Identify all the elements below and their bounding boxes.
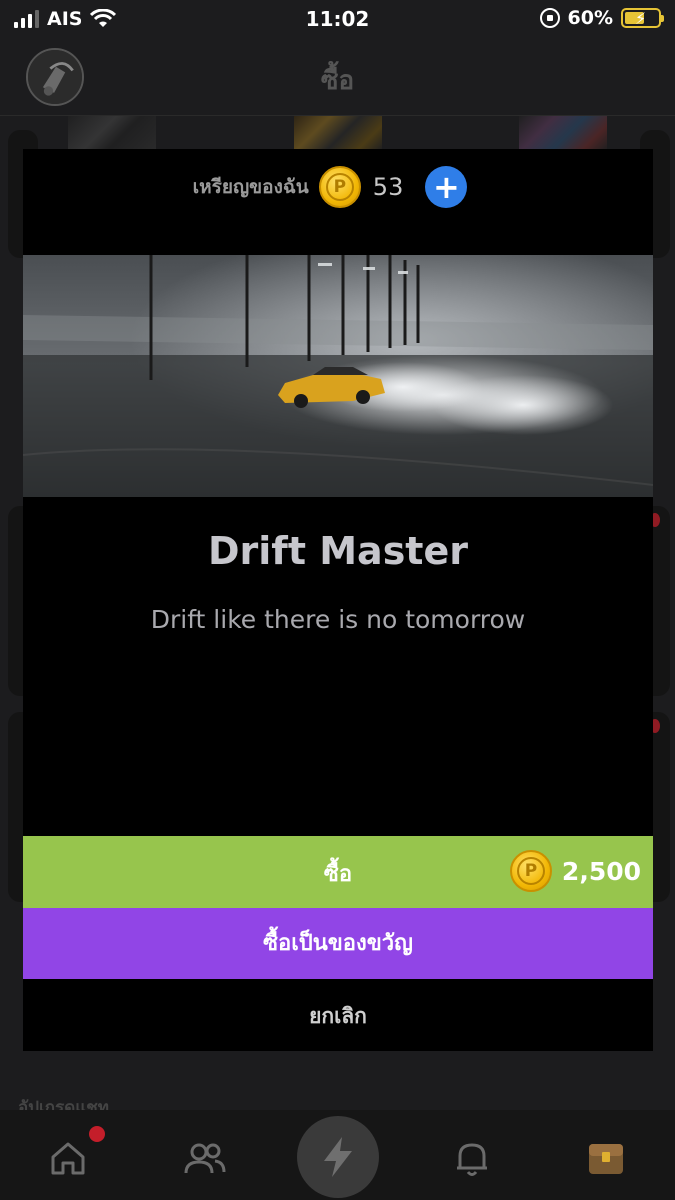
tab-friends[interactable] [183, 1138, 227, 1178]
app-header: ซื้อ [0, 38, 675, 116]
home-icon [51, 1142, 85, 1175]
status-bar: AIS 11:02 60% ⚡ [0, 0, 675, 38]
background-thumbnail [294, 116, 382, 150]
background-thumbnail [519, 116, 607, 150]
tab-notifications[interactable] [452, 1138, 492, 1178]
treasure-chest-icon [589, 1144, 623, 1174]
buy-as-gift-button[interactable]: ซื้อเป็นของขวัญ [23, 908, 653, 979]
lightning-icon [324, 1137, 352, 1177]
price-value: 2,500 [561, 856, 641, 886]
page-title: ซื้อ [320, 66, 355, 96]
coin-icon: P [318, 166, 361, 208]
bell-icon [457, 1143, 487, 1176]
item-preview-image [23, 255, 653, 497]
tab-store[interactable] [586, 1138, 626, 1178]
item-title: Drift Master [208, 529, 468, 573]
item-description: Drift like there is no tomorrow [150, 605, 526, 634]
price-tag: P 2,500 [509, 850, 641, 892]
home-notification-dot [89, 1126, 105, 1142]
rotation-lock-icon [539, 8, 560, 28]
drift-car-illustration [23, 255, 653, 497]
coin-balance: 53 [372, 173, 404, 201]
buy-button[interactable]: ซื้อ P 2,500 [23, 836, 653, 908]
cancel-button[interactable]: ยกเลิก [23, 981, 653, 1051]
battery-icon: ⚡ [621, 8, 664, 28]
battery-percent: 60% [567, 7, 613, 29]
status-right: 60% ⚡ [539, 7, 664, 29]
background-thumbnail [68, 116, 156, 150]
coin-balance-row: เหรียญของฉัน P 53 + [23, 165, 653, 209]
tab-center-action[interactable] [297, 1116, 379, 1198]
tab-bar [0, 1110, 675, 1200]
coins-label: เหรียญของฉัน [192, 176, 309, 198]
tab-home[interactable] [48, 1138, 88, 1178]
purchase-modal: เหรียญของฉัน P 53 + Drift Master Drift l… [23, 149, 653, 1051]
add-coins-button[interactable]: + [425, 166, 468, 208]
friends-icon [184, 1143, 226, 1174]
coin-icon: P [509, 850, 552, 892]
